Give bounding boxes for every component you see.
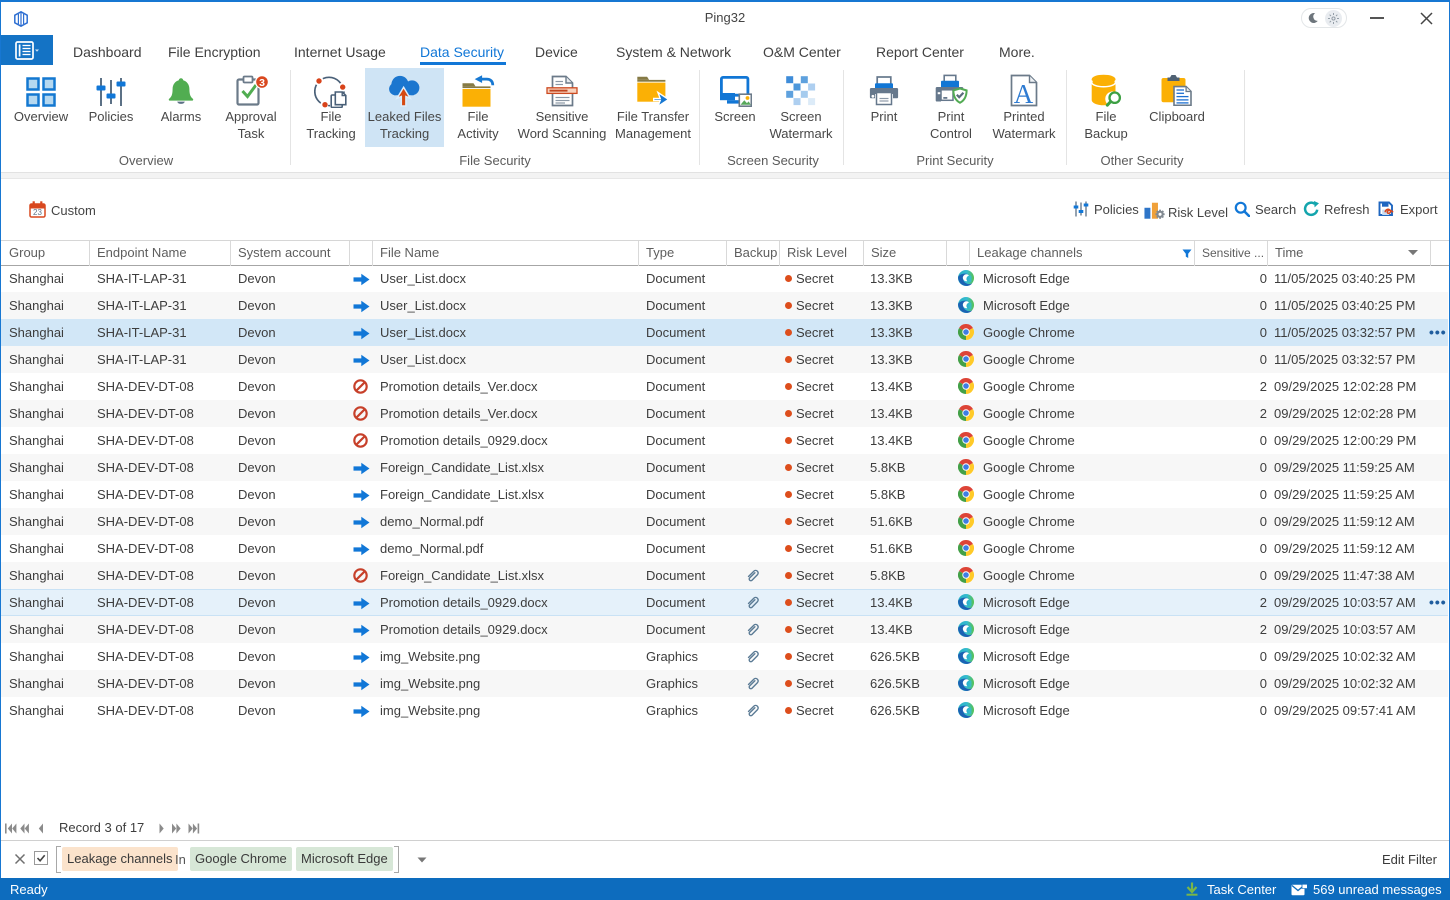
svg-text:23: 23	[33, 208, 42, 217]
svg-text:A: A	[1014, 79, 1034, 107]
svg-text:3: 3	[259, 77, 265, 89]
